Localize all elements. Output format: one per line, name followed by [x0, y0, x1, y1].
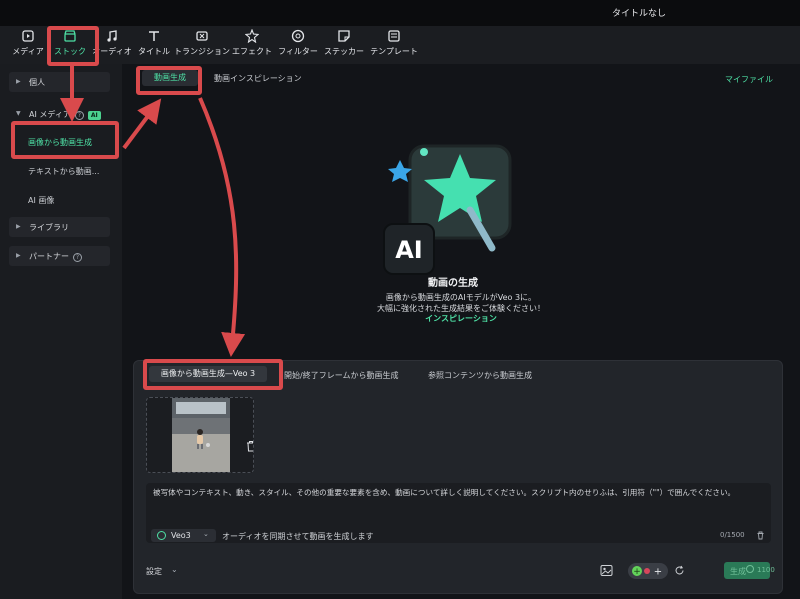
- sidebar-item-label: AI メディア: [29, 110, 71, 119]
- sidebar-item-label: ライブラリ: [29, 223, 69, 232]
- ai-logo-text: AI: [395, 236, 423, 264]
- model-select[interactable]: Veo3 ⌄: [151, 529, 216, 542]
- highlight-stock: [47, 26, 99, 66]
- media-icon: [22, 30, 34, 42]
- template-icon: [388, 30, 400, 42]
- highlight-video-generation-tab: [136, 66, 202, 95]
- ai-video-illustration: AI: [383, 144, 512, 275]
- prompt-placeholder: 被写体やコンテキスト、動き、スタイル、その他の重要な要素を含め、動画について詳し…: [153, 488, 736, 497]
- collapsed-arrow-icon: ▶: [16, 252, 21, 259]
- filter-icon: [291, 29, 305, 43]
- help-icon[interactable]: ?: [74, 111, 84, 120]
- chevron-down-icon: ⌄: [203, 530, 209, 538]
- sidebar-item-label: パートナー: [29, 252, 69, 261]
- sidebar-item-ai-image[interactable]: AI 画像: [28, 195, 54, 206]
- highlight-veo3-tab: [143, 359, 283, 390]
- sidebar-item-text-to-video[interactable]: テキストから動画...: [28, 166, 99, 177]
- model-icon: [157, 531, 166, 540]
- tab-start-end-frame[interactable]: 開始/終了フレームから動画生成: [284, 370, 398, 381]
- window-title: タイトルなし: [612, 9, 667, 19]
- generation-panel: 画像から動画生成—Veo 3 開始/終了フレームから動画生成 参照コンテンツから…: [133, 360, 783, 594]
- toolbar-template[interactable]: テンプレート: [366, 29, 422, 63]
- svg-text:+: +: [633, 567, 641, 577]
- my-files-link[interactable]: マイファイル: [725, 74, 773, 85]
- sidebar-item-partner[interactable]: ▶ パートナー?: [9, 246, 110, 266]
- tab-video-inspiration[interactable]: 動画インスピレーション: [214, 73, 302, 84]
- main-toolbar: メディア ストック オーディオ タイトル トランジション エフェクト フィルター…: [0, 26, 800, 64]
- toolbar-template-label: テンプレート: [370, 47, 418, 56]
- expanded-arrow-icon: ▼: [16, 110, 21, 117]
- highlight-image-to-video: [11, 121, 119, 159]
- collapsed-arrow-icon: ▶: [16, 78, 21, 85]
- prompt-textarea[interactable]: 被写体やコンテキスト、動き、スタイル、その他の重要な要素を含め、動画について詳し…: [146, 483, 771, 543]
- audio-sync-label: オーディオを同期させて動画を生成します: [222, 532, 374, 541]
- title-bar: タイトルなし: [0, 0, 800, 26]
- transition-icon: [196, 31, 208, 41]
- credits-toggle[interactable]: + +: [628, 563, 668, 579]
- child-photo: [172, 398, 230, 472]
- toolbar-transition-label: トランジション: [174, 47, 230, 56]
- character-counter: 0/1500: [720, 531, 745, 539]
- toolbar-sticker-label: ステッカー: [324, 47, 364, 56]
- hero-title: 動画の生成: [428, 278, 478, 289]
- sidebar-item-label: 個人: [29, 78, 45, 87]
- tab-reference-content[interactable]: 参照コンテンツから動画生成: [428, 370, 532, 381]
- toolbar-transition[interactable]: トランジション: [174, 29, 230, 63]
- model-select-value: Veo3: [171, 531, 191, 540]
- toolbar-sticker[interactable]: ステッカー: [316, 29, 372, 63]
- trash-icon[interactable]: [245, 440, 254, 452]
- title-icon: [149, 31, 159, 41]
- sidebar-item-library[interactable]: ▶ ライブラリ: [9, 217, 110, 237]
- generate-button-label: 生成: [730, 567, 746, 576]
- settings-dropdown[interactable]: 設定: [146, 566, 162, 577]
- main-area: 動画生成 動画インスピレーション マイファイル AI 動画の生成 画像から動画生…: [122, 64, 800, 599]
- svg-text:+: +: [654, 567, 662, 578]
- uploaded-image-thumbnail[interactable]: [146, 397, 254, 473]
- sidebar-item-ai-media-row: AI メディア? AI: [29, 109, 101, 120]
- generate-credit-cost: 1100: [757, 566, 775, 574]
- sidebar-item-personal[interactable]: ▶ 個人: [9, 72, 110, 92]
- help-icon[interactable]: ?: [73, 253, 82, 262]
- generate-button[interactable]: 生成 1100: [724, 562, 775, 579]
- chevron-down-icon[interactable]: ⌄: [171, 565, 178, 574]
- collapsed-arrow-icon: ▶: [16, 223, 21, 230]
- sticker-icon: [338, 30, 350, 42]
- ai-badge: AI: [87, 111, 101, 120]
- effect-icon: [245, 29, 259, 43]
- audio-icon: [107, 30, 117, 42]
- clear-icon[interactable]: [756, 531, 765, 540]
- credit-icon: [746, 565, 754, 573]
- hero-description-1: 画像から動画生成のAIモデルがVeo 3に。: [385, 293, 537, 302]
- sidebar-item-partner-row: パートナー?: [29, 251, 82, 262]
- image-settings-icon[interactable]: [600, 564, 613, 577]
- inspiration-link[interactable]: インスピレーション: [122, 313, 800, 324]
- refresh-icon[interactable]: [674, 565, 685, 576]
